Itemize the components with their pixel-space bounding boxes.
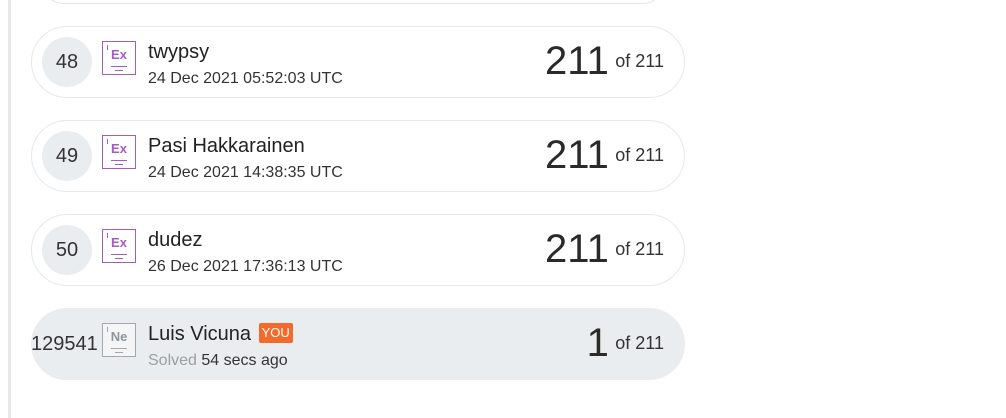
expert-level-icon: Ex (102, 41, 136, 75)
solve-timestamp: 24 Dec 2021 05:52:03 UTC (148, 70, 343, 87)
score-value: 211 (545, 227, 609, 271)
solve-status: Solved 54 secs ago (148, 352, 288, 370)
score-total: of 211 (615, 239, 664, 259)
badge-line (111, 160, 127, 161)
user-name[interactable]: Pasi Hakkarainen (148, 135, 305, 158)
score-total: of 211 (615, 333, 664, 353)
badge-symbol: Ex (111, 47, 127, 62)
current-user-row[interactable]: 129541 Ne Luis Vicuna YOU Solved 54 secs… (31, 308, 685, 380)
rank-label: 129541 (31, 333, 98, 355)
score-total: of 211 (615, 51, 664, 71)
badge-line (111, 66, 127, 67)
previous-row-edge (40, 0, 666, 4)
badge-symbol: Ex (111, 235, 127, 250)
leaderboard-page: 48 Ex twypsy 24 Dec 2021 05:52:03 UTC 21… (0, 0, 1006, 418)
badge-symbol: Ne (110, 329, 128, 344)
score: 211 of 211 (545, 39, 664, 84)
user-name[interactable]: dudez (148, 229, 203, 252)
score: 211 of 211 (545, 133, 664, 178)
solve-timestamp: 26 Dec 2021 17:36:13 UTC (148, 258, 343, 275)
badge-line (111, 254, 127, 255)
solved-time: 54 secs ago (201, 352, 288, 369)
badge-line (115, 70, 123, 71)
badge-line (111, 348, 127, 349)
badge-symbol: Ex (111, 141, 127, 156)
score-total: of 211 (615, 145, 664, 165)
rank-badge: 49 (42, 131, 92, 181)
user-name-wrap: Luis Vicuna YOU (148, 323, 293, 346)
score: 1 of 211 (587, 321, 664, 366)
leaderboard-row[interactable]: 48 Ex twypsy 24 Dec 2021 05:52:03 UTC 21… (31, 26, 685, 98)
user-name[interactable]: Luis Vicuna (148, 323, 251, 345)
solved-label: Solved (148, 352, 197, 369)
newbie-level-icon: Ne (102, 323, 136, 357)
score-value: 1 (586, 321, 609, 365)
badge-line (115, 164, 123, 165)
score-value: 211 (545, 133, 609, 177)
leaderboard-list: 48 Ex twypsy 24 Dec 2021 05:52:03 UTC 21… (31, 26, 685, 402)
expert-level-icon: Ex (102, 229, 136, 263)
badge-line (115, 352, 123, 353)
leaderboard-row[interactable]: 49 Ex Pasi Hakkarainen 24 Dec 2021 14:38… (31, 120, 685, 192)
rank-badge: 50 (42, 225, 92, 275)
leaderboard-row[interactable]: 50 Ex dudez 26 Dec 2021 17:36:13 UTC 211… (31, 214, 685, 286)
solve-timestamp: 24 Dec 2021 14:38:35 UTC (148, 164, 343, 181)
rank-badge: 48 (42, 37, 92, 87)
you-badge: YOU (258, 323, 293, 343)
score: 211 of 211 (545, 227, 664, 272)
left-divider (0, 0, 11, 418)
user-name[interactable]: twypsy (148, 41, 209, 64)
score-value: 211 (545, 39, 609, 83)
badge-line (115, 258, 123, 259)
expert-level-icon: Ex (102, 135, 136, 169)
